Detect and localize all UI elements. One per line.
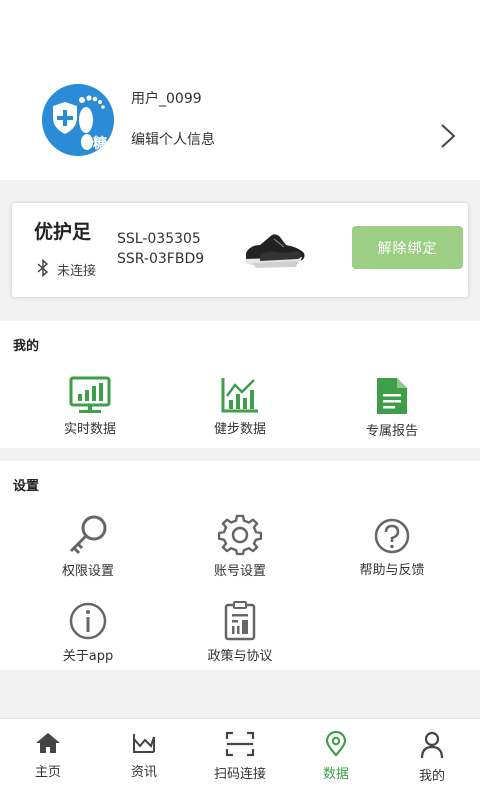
device-ids: SSL-035305 SSR-03FBD9	[117, 229, 204, 269]
tab-data-label: 数据	[322, 767, 349, 782]
avatar-text: 糖	[93, 135, 107, 152]
tab-scan[interactable]: 扫码连接	[192, 731, 288, 782]
step-data-label: 健步数据	[213, 422, 266, 437]
tab-scan-label: 扫码连接	[213, 767, 266, 782]
home-icon	[36, 733, 60, 753]
edit-profile-link[interactable]: 编辑个人信息	[131, 129, 215, 149]
about-app-item[interactable]: 关于app	[28, 601, 148, 664]
about-app-label: 关于app	[62, 649, 114, 664]
permission-settings-item[interactable]: 权限设置	[28, 514, 148, 579]
help-feedback-item[interactable]: 帮助与反馈	[332, 517, 452, 578]
info-icon	[69, 602, 107, 640]
account-settings-item[interactable]: 账号设置	[180, 514, 300, 579]
tab-data[interactable]: 数据	[288, 731, 384, 782]
section-title-settings: 设置	[13, 479, 40, 494]
tab-mine-label: 我的	[418, 769, 445, 784]
help-feedback-label: 帮助与反馈	[359, 563, 425, 578]
report-label: 专属报告	[365, 424, 418, 439]
shoe-image	[246, 234, 305, 268]
policy-label: 政策与协议	[207, 649, 273, 664]
account-settings-label: 账号设置	[213, 564, 266, 579]
scan-icon	[225, 731, 255, 757]
key-icon	[69, 515, 107, 555]
report-item[interactable]: 专属报告	[332, 376, 452, 439]
device-card[interactable]: 优护足 未连接 SSL-035305 SSR-03FBD9 解除绑定	[12, 203, 468, 297]
realtime-data-item[interactable]: 实时数据	[30, 376, 150, 437]
step-data-item[interactable]: 健步数据	[180, 376, 300, 437]
tab-home-label: 主页	[34, 765, 61, 780]
username: 用户_0099	[131, 91, 202, 107]
tab-news-label: 资讯	[130, 765, 157, 780]
device-name: 优护足	[34, 221, 92, 243]
help-icon	[374, 518, 410, 554]
tab-home[interactable]: 主页	[0, 731, 96, 780]
device-id-right: SSR-03FBD9	[117, 251, 205, 267]
news-icon	[133, 734, 155, 753]
realtime-data-label: 实时数据	[63, 422, 116, 437]
document-icon	[377, 378, 407, 414]
profile-header[interactable]: 糖 用户_0099 编辑个人信息	[0, 0, 480, 180]
section-title-mine: 我的	[13, 339, 40, 354]
bluetooth-icon	[37, 259, 49, 277]
policy-item[interactable]: 政策与协议	[180, 601, 300, 664]
user-icon	[420, 731, 444, 759]
mine-section: 我的 实时数据 健步数据 专属报告	[0, 321, 480, 448]
foot-logo-icon: 糖	[42, 84, 114, 156]
bluetooth-status: 未连接	[57, 264, 97, 279]
location-icon	[325, 731, 347, 757]
bottom-tab-bar: 主页 资讯 扫码连接 数据 我的	[0, 718, 480, 800]
bar-chart-icon	[221, 378, 258, 413]
gear-icon	[218, 514, 262, 556]
permission-settings-label: 权限设置	[61, 564, 114, 579]
clipboard-icon	[224, 601, 256, 641]
unbind-button[interactable]: 解除绑定	[352, 226, 463, 269]
device-id-left: SSL-035305	[117, 231, 201, 247]
avatar[interactable]: 糖	[42, 84, 114, 156]
monitor-chart-icon	[69, 376, 111, 413]
settings-section: 设置 权限设置 账号设置 帮助与反馈 关于app 政策与协议	[0, 461, 480, 670]
chevron-right-icon[interactable]	[436, 122, 460, 150]
tab-news[interactable]: 资讯	[96, 731, 192, 780]
tab-mine[interactable]: 我的	[384, 731, 480, 784]
